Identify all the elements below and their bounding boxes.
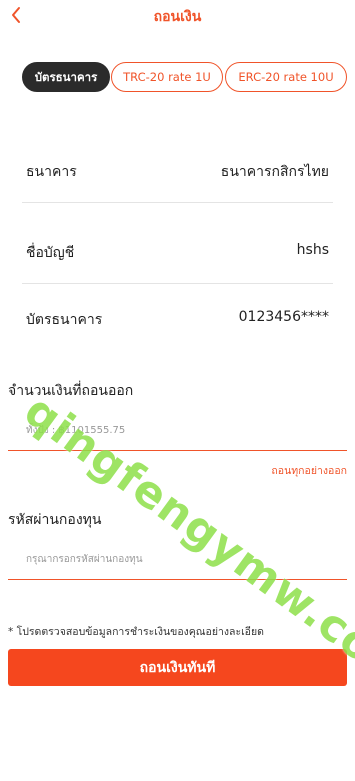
tab-bank-card[interactable]: บัตรธนาคาร bbox=[22, 62, 110, 92]
bank-row: ธนาคาร ธนาคารกสิกรไทย bbox=[22, 140, 333, 203]
bank-label: ธนาคาร bbox=[26, 164, 77, 180]
notice-text: * โปรดตรวจสอบข้อมูลการชำระเงินของคุณอย่า… bbox=[8, 626, 264, 638]
password-title: รหัสผ่านกองทุน bbox=[8, 512, 102, 528]
amount-title: จำนวนเงินที่ถอนออก bbox=[8, 383, 134, 399]
account-name-label: ชื่อบัญชี bbox=[26, 245, 75, 261]
tab-erc20[interactable]: ERC-20 rate 10U bbox=[225, 62, 347, 92]
tab-trc20[interactable]: TRC-20 rate 1U bbox=[111, 62, 223, 92]
withdraw-all-link[interactable]: ถอนทุกอย่างออก bbox=[271, 462, 347, 479]
account-name-value: hshs bbox=[296, 242, 329, 258]
bank-value: ธนาคารกสิกรไทย bbox=[220, 164, 329, 180]
card-value: 0123456**** bbox=[238, 309, 329, 325]
header-bar: ถอนเงิน bbox=[0, 0, 355, 34]
password-field bbox=[8, 539, 347, 580]
card-row: บัตรธนาคาร 0123456**** bbox=[22, 288, 333, 350]
account-name-row: ชื่อบัญชี hshs bbox=[22, 221, 333, 284]
withdraw-now-button[interactable]: ถอนเงินทันที bbox=[8, 649, 347, 686]
amount-input[interactable] bbox=[26, 420, 326, 440]
page-title: ถอนเงิน bbox=[153, 9, 202, 25]
fund-password-input[interactable] bbox=[26, 549, 326, 569]
amount-field bbox=[8, 410, 347, 451]
card-label: บัตรธนาคาร bbox=[26, 312, 103, 328]
